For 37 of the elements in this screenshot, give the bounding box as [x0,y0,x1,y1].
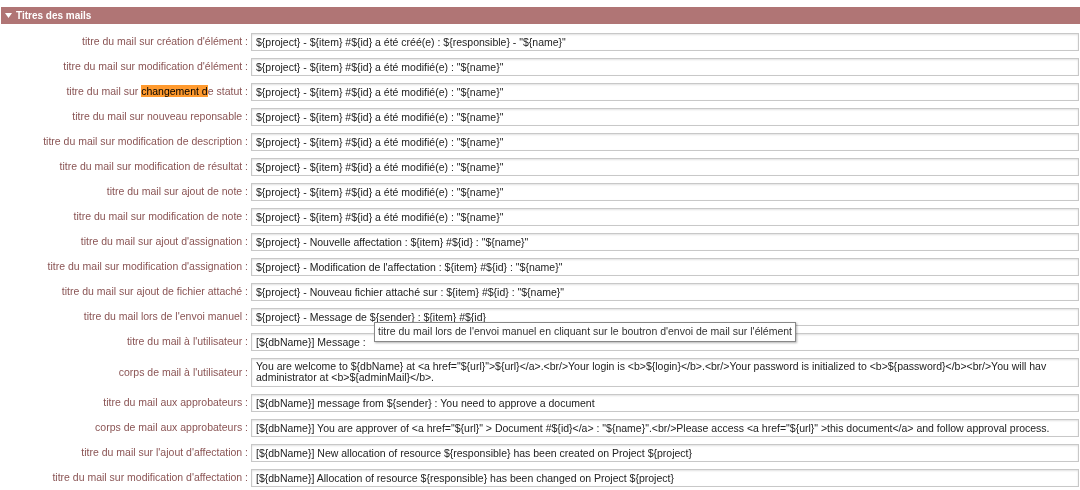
field-label: titre du mail sur ajout de note : [105,184,249,200]
field-label: titre du mail sur ajout de fichier attaché : [60,284,249,300]
field-label: titre du mail sur modification d'élément : [62,59,249,75]
input-field[interactable]: [${dbName}] You are approver of <a href="${url}" > Document #${id}</a> : "${name}".<br/>Please access <a href="${url}" >this document</a> and follow approval process. [251,419,1079,437]
field-label: titre du mail à l'utilisateur : [125,334,249,350]
input-field[interactable]: ${project} - ${item} #${id} a été modifié(e) : "${name}" [251,133,1079,151]
field-label: titre du mail sur modification d'assignation : [46,259,249,275]
field-label: titre du mail sur modification de note : [72,209,249,225]
tooltip: titre du mail lors de l'envoi manuel en cliquant sur le boutron d'envoi de mail sur l'élément [374,322,796,342]
field-label: titre du mail sur création d'élément : [81,34,249,50]
section-header[interactable]: Titres des mails [1,7,1080,24]
input-field[interactable]: ${project} - Modification de l'affectation : ${item} #${id} : "${name}" [251,258,1079,276]
field-label: titre du mail sur modification d'affectation : [51,470,249,486]
input-field[interactable]: [${dbName}] Allocation of resource ${responsible} has been changed on Project ${project} [251,469,1079,487]
field-label: titre du mail sur changement de statut : [65,84,249,100]
field-label: titre du mail sur ajout d'assignation : [79,234,249,250]
input-field[interactable]: ${project} - ${item} #${id} a été modifié(e) : "${name}" [251,83,1079,101]
field-label: titre du mail aux approbateurs : [102,395,249,411]
field-label: titre du mail sur modification de résultat : [58,159,249,175]
input-field[interactable]: ${project} - ${item} #${id} a été modifié(e) : "${name}" [251,158,1079,176]
field-label: titre du mail sur l'ajout d'affectation : [80,445,249,461]
text-area[interactable]: You are welcome to ${dbName} at <a href="${url}">${url}</a>.<br/>Your login is <b>${login}</b>.<br/>Your password is initialized to <b>${password}</b><br/>You will hav administrator at <b>${adminMail}</b>. [251,358,1079,387]
input-field[interactable]: [${dbName}] New allocation of resource ${responsible} has been created on Project ${project} [251,444,1079,462]
field-label: titre du mail lors de l'envoi manuel : [82,309,249,325]
input-field[interactable]: ${project} - ${item} #${id} a été modifié(e) : "${name}" [251,208,1079,226]
field-label: titre du mail sur nouveau reponsable : [71,109,249,125]
field-label: corps de mail aux approbateurs : [94,420,249,436]
input-field[interactable]: ${project} - Nouveau fichier attaché sur : ${item} #${id} : "${name}" [251,283,1079,301]
field-label: corps de mail à l'utilisateur : [117,364,249,380]
input-field[interactable]: ${project} - Nouvelle affectation : ${item} #${id} : "${name}" [251,233,1079,251]
input-field[interactable]: ${project} - ${item} #${id} a été créé(e) : ${responsible} - "${name}" [251,33,1079,51]
input-field[interactable]: [${dbName}] message from ${sender} : You need to approve a document [251,394,1079,412]
section-title: Titres des mails [16,9,92,23]
field-label: titre du mail sur modification de description : [42,134,249,150]
input-field[interactable]: ${project} - ${item} #${id} a été modifié(e) : "${name}" [251,108,1079,126]
input-field[interactable]: ${project} - ${item} #${id} a été modifié(e) : "${name}" [251,58,1079,76]
input-field[interactable]: ${project} - ${item} #${id} a été modifié(e) : "${name}" [251,183,1079,201]
